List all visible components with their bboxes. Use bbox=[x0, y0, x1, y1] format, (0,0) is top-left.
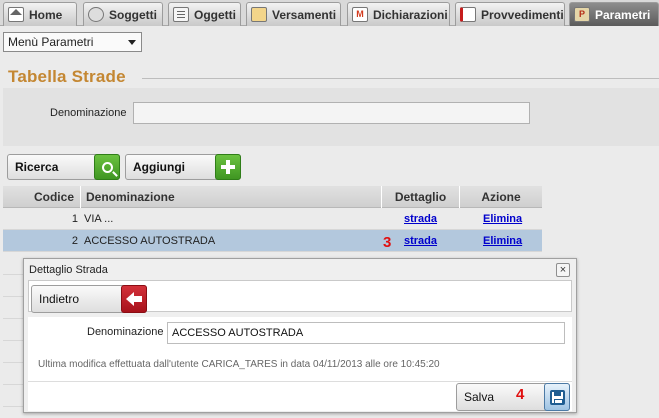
page-title: Tabella Strade bbox=[8, 67, 126, 86]
search-button-label: Ricerca bbox=[15, 160, 59, 174]
table-header: Codice Denominazione Dettaglio Azione bbox=[3, 186, 542, 208]
tab-label: Versamenti bbox=[272, 7, 337, 22]
save-icon-box bbox=[544, 383, 570, 411]
close-icon[interactable]: × bbox=[556, 263, 570, 277]
search-icon-box bbox=[94, 154, 120, 180]
save-button[interactable]: Salva bbox=[456, 383, 570, 411]
plus-icon bbox=[221, 160, 235, 174]
row-name: ACCESSO AUTOSTRADA bbox=[84, 235, 216, 247]
table-row[interactable]: 1 VIA ... strada Elimina bbox=[3, 208, 542, 230]
tab-dichiarazioni[interactable]: M Dichiarazioni bbox=[347, 2, 450, 26]
tab-label: Home bbox=[29, 7, 63, 22]
annotation-marker-3: 3 bbox=[383, 234, 392, 251]
document-icon bbox=[460, 7, 476, 22]
declaration-icon: M bbox=[352, 7, 368, 22]
title-divider bbox=[142, 78, 659, 79]
dialog-toolbar: Indietro bbox=[28, 280, 572, 313]
parameters-icon: P bbox=[574, 7, 590, 22]
column-header-action[interactable]: Azione bbox=[460, 186, 542, 208]
back-button-label: Indietro bbox=[39, 292, 80, 306]
parameters-menu-select[interactable]: Menù Parametri bbox=[3, 32, 142, 52]
row-delete-link[interactable]: Elimina bbox=[483, 230, 522, 252]
plus-icon-box bbox=[215, 154, 241, 180]
denominazione-label: Denominazione bbox=[87, 326, 164, 338]
annotation-marker-4: 4 bbox=[516, 386, 525, 403]
tab-oggetti[interactable]: Oggetti bbox=[168, 2, 241, 26]
column-header-name[interactable]: Denominazione bbox=[81, 186, 382, 208]
column-header-detail[interactable]: Dettaglio bbox=[382, 186, 460, 208]
row-detail-link[interactable]: strada bbox=[404, 230, 437, 252]
main-tab-bar: Home Soggetti Oggetti Versamenti M Dichi… bbox=[0, 0, 659, 26]
back-icon-box bbox=[121, 285, 147, 313]
back-button[interactable]: Indietro bbox=[31, 285, 147, 313]
table-row[interactable]: 2 ACCESSO AUTOSTRADA strada Elimina bbox=[3, 230, 542, 252]
back-arrow-icon bbox=[126, 292, 142, 306]
tab-label: Oggetti bbox=[194, 7, 236, 22]
dialog-footer: Salva bbox=[28, 381, 572, 411]
tab-versamenti[interactable]: Versamenti bbox=[246, 2, 341, 26]
payment-icon bbox=[251, 7, 267, 22]
dialog-title: Dettaglio Strada bbox=[29, 264, 108, 276]
tab-label: Provvedimenti bbox=[481, 7, 564, 22]
row-code: 2 bbox=[71, 235, 78, 247]
filter-label: Denominazione bbox=[50, 107, 127, 119]
search-icon bbox=[101, 161, 113, 173]
user-icon bbox=[88, 7, 104, 22]
tab-label: Parametri bbox=[595, 7, 651, 22]
denominazione-filter-input[interactable] bbox=[133, 102, 530, 124]
tab-parametri[interactable]: P Parametri bbox=[569, 2, 659, 26]
tab-label: Soggetti bbox=[109, 7, 157, 22]
menu-select-value: Menù Parametri bbox=[8, 35, 94, 49]
streets-table: Codice Denominazione Dettaglio Azione 1 … bbox=[3, 186, 542, 252]
street-detail-dialog: Dettaglio Strada × Indietro Denominazion… bbox=[23, 258, 577, 413]
search-button[interactable]: Ricerca bbox=[7, 154, 120, 180]
home-icon bbox=[8, 7, 24, 22]
row-code: 1 bbox=[71, 213, 78, 225]
row-name: VIA ... bbox=[84, 213, 114, 225]
last-modified-note: Ultima modifica effettuata dall'utente C… bbox=[38, 359, 440, 370]
save-button-label: Salva bbox=[464, 390, 495, 404]
dialog-form: Denominazione ACCESSO AUTOSTRADA Ultima … bbox=[28, 317, 572, 381]
column-header-code[interactable]: Codice bbox=[3, 186, 81, 208]
row-delete-link[interactable]: Elimina bbox=[483, 208, 522, 230]
chevron-down-icon bbox=[128, 40, 136, 45]
add-button[interactable]: Aggiungi bbox=[125, 154, 241, 180]
tab-label: Dichiarazioni bbox=[373, 7, 448, 22]
floppy-disk-icon bbox=[549, 389, 565, 405]
row-detail-link[interactable]: strada bbox=[404, 208, 437, 230]
building-icon bbox=[173, 7, 189, 22]
tab-provvedimenti[interactable]: Provvedimenti bbox=[455, 2, 565, 26]
tab-home[interactable]: Home bbox=[3, 2, 77, 26]
add-button-label: Aggiungi bbox=[133, 160, 185, 174]
tab-soggetti[interactable]: Soggetti bbox=[83, 2, 163, 26]
denominazione-field[interactable]: ACCESSO AUTOSTRADA bbox=[167, 322, 565, 344]
